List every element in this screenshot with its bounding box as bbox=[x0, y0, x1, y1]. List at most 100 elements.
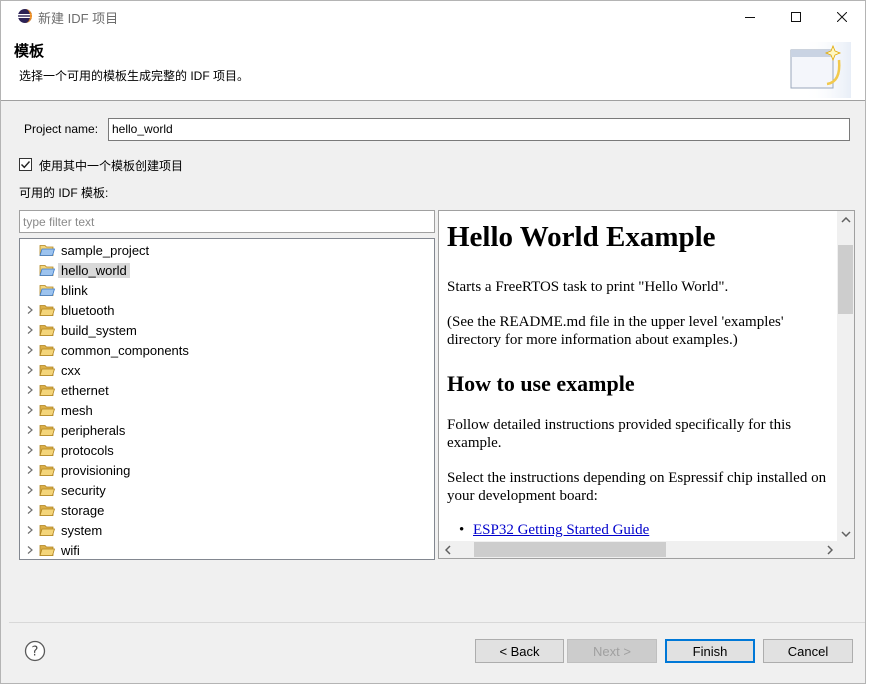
template-filter-input[interactable]: type filter text bbox=[19, 210, 435, 233]
svg-text:?: ? bbox=[32, 645, 39, 660]
tree-item-storage[interactable]: storage bbox=[20, 500, 434, 520]
folder-icon bbox=[39, 305, 55, 316]
horizontal-scroll-thumb[interactable] bbox=[474, 542, 666, 557]
use-template-label: 使用其中一个模板创建项目 bbox=[39, 159, 184, 173]
preview-horizontal-scrollbar[interactable] bbox=[439, 541, 838, 558]
scroll-up-button[interactable] bbox=[837, 211, 854, 228]
cancel-button[interactable]: Cancel bbox=[763, 639, 853, 663]
template-readme-preview[interactable]: Hello World Example Starts a FreeRTOS ta… bbox=[438, 210, 855, 559]
preview-subheading: How to use example bbox=[447, 371, 635, 396]
tree-item-label: provisioning bbox=[61, 463, 131, 478]
folder-icon bbox=[39, 545, 55, 556]
folder-icon bbox=[39, 325, 55, 336]
window-title: 新建 IDF 项目 bbox=[38, 11, 119, 26]
expand-chevron-icon[interactable] bbox=[26, 486, 34, 494]
tree-item-label: mesh bbox=[61, 403, 93, 418]
use-template-checkbox[interactable] bbox=[19, 158, 32, 171]
tree-item-label: ethernet bbox=[61, 383, 109, 398]
preview-vertical-scrollbar[interactable] bbox=[837, 211, 854, 542]
tree-item-protocols[interactable]: protocols bbox=[20, 440, 434, 460]
tree-item-label: security bbox=[61, 483, 106, 498]
vertical-scroll-thumb[interactable] bbox=[838, 245, 853, 314]
tree-item-ethernet[interactable]: ethernet bbox=[20, 380, 434, 400]
chevron-up-icon bbox=[840, 216, 851, 223]
tree-item-label: hello_world bbox=[58, 263, 130, 278]
title-bar[interactable]: 新建 IDF 项目 bbox=[1, 1, 865, 32]
finish-button[interactable]: Finish bbox=[665, 639, 755, 663]
tree-item-bluetooth[interactable]: bluetooth bbox=[20, 300, 434, 320]
wizard-banner-icon bbox=[790, 42, 851, 98]
tree-item-provisioning[interactable]: provisioning bbox=[20, 460, 434, 480]
preview-paragraph-2: (See the README.md file in the upper lev… bbox=[447, 314, 784, 348]
preview-list-item: • ESP32 Getting Started Guide bbox=[459, 522, 649, 539]
expand-chevron-icon[interactable] bbox=[26, 346, 34, 354]
maximize-icon bbox=[791, 11, 801, 22]
folder-icon bbox=[39, 485, 55, 496]
expand-chevron-icon[interactable] bbox=[26, 506, 34, 514]
folder-icon bbox=[39, 525, 55, 536]
expand-chevron-icon[interactable] bbox=[26, 446, 34, 454]
chevron-left-icon bbox=[444, 544, 451, 555]
preview-paragraph-1: Starts a FreeRTOS task to print "Hello W… bbox=[447, 279, 729, 295]
tree-item-common-components[interactable]: common_components bbox=[20, 340, 434, 360]
template-folder-icon bbox=[39, 245, 55, 256]
folder-icon bbox=[39, 505, 55, 516]
scroll-right-button[interactable] bbox=[821, 541, 838, 558]
folder-icon bbox=[39, 365, 55, 376]
tree-item-sample-project[interactable]: sample_project bbox=[20, 240, 434, 260]
next-button[interactable]: Next > bbox=[567, 639, 657, 663]
maximize-button[interactable] bbox=[773, 1, 819, 32]
expand-chevron-icon[interactable] bbox=[26, 306, 34, 314]
scrollbar-corner bbox=[837, 541, 854, 558]
template-tree[interactable]: sample_project hello_worldblink bluetooth b… bbox=[19, 238, 435, 560]
preview-paragraph-3: Follow detailed instructions provided sp… bbox=[447, 417, 792, 451]
tree-item-label: system bbox=[61, 523, 103, 538]
tree-item-label: cxx bbox=[61, 363, 81, 378]
chevron-right-icon bbox=[826, 544, 833, 555]
wizard-header: 模板 选择一个可用的模板生成完整的 IDF 项目。 bbox=[1, 32, 865, 101]
expand-chevron-icon[interactable] bbox=[26, 546, 34, 554]
expand-chevron-icon[interactable] bbox=[26, 386, 34, 394]
project-name-input[interactable]: hello_world bbox=[108, 118, 850, 141]
tree-item-security[interactable]: security bbox=[20, 480, 434, 500]
checkmark-icon bbox=[21, 161, 31, 169]
tree-item-build-system[interactable]: build_system bbox=[20, 320, 434, 340]
folder-icon bbox=[39, 405, 55, 416]
eclipse-app-icon bbox=[18, 9, 32, 23]
scroll-left-button[interactable] bbox=[439, 541, 456, 558]
available-templates-label: 可用的 IDF 模板: bbox=[19, 186, 109, 200]
expand-chevron-icon[interactable] bbox=[26, 526, 34, 534]
expand-chevron-icon[interactable] bbox=[26, 406, 34, 414]
project-name-label: Project name: bbox=[24, 122, 99, 136]
expand-chevron-icon[interactable] bbox=[26, 466, 34, 474]
footer-separator bbox=[9, 622, 865, 623]
minimize-button[interactable] bbox=[727, 1, 773, 32]
folder-icon bbox=[39, 385, 55, 396]
page-title: 模板 bbox=[14, 42, 45, 60]
bullet-icon: • bbox=[459, 522, 465, 538]
close-icon bbox=[837, 11, 847, 22]
tree-item-peripherals[interactable]: peripherals bbox=[20, 420, 434, 440]
preview-heading: Hello World Example bbox=[447, 221, 716, 253]
tree-item-cxx[interactable]: cxx bbox=[20, 360, 434, 380]
folder-icon bbox=[39, 425, 55, 436]
tree-item-label: peripherals bbox=[61, 423, 126, 438]
tree-item-blink[interactable]: blink bbox=[20, 280, 434, 300]
tree-item-mesh[interactable]: mesh bbox=[20, 400, 434, 420]
tree-item-hello-world[interactable]: hello_world bbox=[20, 260, 434, 280]
scroll-down-button[interactable] bbox=[837, 525, 854, 542]
new-idf-project-dialog: 新建 IDF 项目 模板 选择一个可用的模板生成完整的 IDF 项目。 Proj… bbox=[0, 0, 866, 684]
tree-item-label: build_system bbox=[61, 323, 137, 338]
tree-item-system[interactable]: system bbox=[20, 520, 434, 540]
close-button[interactable] bbox=[819, 1, 865, 32]
help-icon[interactable]: ? bbox=[24, 640, 46, 662]
template-folder-icon bbox=[39, 285, 55, 296]
minimize-icon bbox=[745, 16, 755, 18]
expand-chevron-icon[interactable] bbox=[26, 366, 34, 374]
tree-item-wifi[interactable]: wifi bbox=[20, 540, 434, 559]
expand-chevron-icon[interactable] bbox=[26, 426, 34, 434]
expand-chevron-icon[interactable] bbox=[26, 326, 34, 334]
back-button[interactable]: < Back bbox=[475, 639, 564, 663]
chevron-down-icon bbox=[840, 530, 851, 537]
esp32-getting-started-link[interactable]: ESP32 Getting Started Guide bbox=[473, 522, 649, 538]
